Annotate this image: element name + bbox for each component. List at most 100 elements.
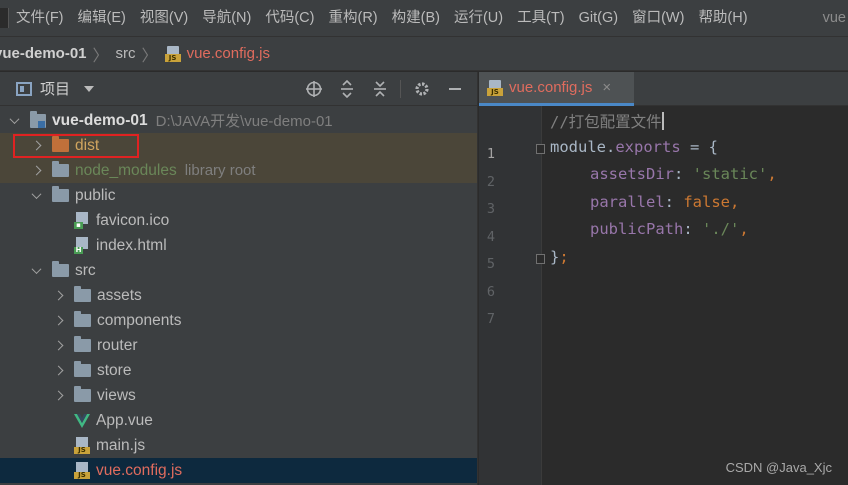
code-line-5[interactable]: publicPath: './', xyxy=(590,220,749,238)
tree-item-views[interactable]: views xyxy=(0,383,477,408)
tree-item-favicon[interactable]: ▪ favicon.ico xyxy=(0,208,477,233)
menu-build[interactable]: 构建(B) xyxy=(385,0,447,37)
code-key: parallel xyxy=(590,193,665,211)
project-panel-header: 项目 xyxy=(0,72,477,106)
collapse-all-icon[interactable] xyxy=(363,72,396,106)
chevron-down-icon[interactable] xyxy=(30,265,42,277)
tree-item-src[interactable]: src xyxy=(0,258,477,283)
tree-item-hint: library root xyxy=(184,162,256,179)
chevron-right-icon[interactable] xyxy=(30,165,42,177)
code-comment: //打包配置文件 xyxy=(550,113,662,131)
js-file-icon: JS xyxy=(74,462,90,479)
folder-icon xyxy=(74,361,91,377)
chevron-right-icon[interactable] xyxy=(52,365,64,377)
tree-item-index-html[interactable]: H index.html xyxy=(0,233,477,258)
menu-view[interactable]: 视图(V) xyxy=(133,0,195,37)
code-line-3[interactable]: assetsDir: 'static', xyxy=(590,165,777,183)
tree-item-store[interactable]: store xyxy=(0,358,477,383)
line-number: 1 xyxy=(486,146,495,162)
html-file-icon: H xyxy=(74,237,90,254)
line-number: 3 xyxy=(486,201,495,217)
menu-help[interactable]: 帮助(H) xyxy=(691,0,754,37)
fold-gutter-divider xyxy=(541,106,542,485)
fold-open-icon[interactable] xyxy=(536,144,545,154)
chevron-right-icon[interactable] xyxy=(52,290,64,302)
project-panel-title[interactable]: 项目 xyxy=(40,78,70,99)
code-key: publicPath xyxy=(590,220,684,238)
editor-tab-bar: JS vue.config.js × xyxy=(479,72,848,106)
code-key: assetsDir xyxy=(590,165,674,183)
locate-icon[interactable] xyxy=(297,72,330,106)
chevron-right-icon[interactable] xyxy=(52,315,64,327)
watermark: CSDN @Java_Xjc xyxy=(725,460,832,475)
code-token: , xyxy=(730,193,740,211)
code-token: exports xyxy=(615,138,681,156)
vue-file-icon xyxy=(74,413,90,428)
tab-vue-config-js[interactable]: JS vue.config.js × xyxy=(479,72,634,106)
app-logo-icon[interactable] xyxy=(0,8,9,28)
folder-icon xyxy=(74,311,91,327)
fold-close-icon[interactable] xyxy=(536,254,545,264)
menu-window[interactable]: 窗口(W) xyxy=(625,0,691,37)
code-token: , xyxy=(767,165,777,183)
breadcrumb-folder[interactable]: src xyxy=(116,45,136,62)
tree-item-label: store xyxy=(97,361,132,379)
chevron-right-icon[interactable] xyxy=(52,390,64,402)
menu-edit[interactable]: 编辑(E) xyxy=(71,0,133,37)
close-icon[interactable]: × xyxy=(602,79,611,96)
menu-run[interactable]: 运行(U) xyxy=(447,0,510,37)
tree-item-project-root[interactable]: vue-demo-01 D:\JAVA开发\vue-demo-01 xyxy=(0,108,477,133)
folder-icon xyxy=(74,336,91,352)
breadcrumb-separator-icon: 〉 xyxy=(141,47,158,65)
tree-item-main-js[interactable]: JS main.js xyxy=(0,433,477,458)
chevron-right-icon[interactable] xyxy=(52,340,64,352)
tree-item-label: favicon.ico xyxy=(96,211,170,229)
tree-item-label: main.js xyxy=(96,436,146,454)
tree-item-label: App.vue xyxy=(96,411,153,429)
library-folder-icon xyxy=(52,161,69,177)
code-line-1[interactable]: //打包配置文件 xyxy=(550,110,664,132)
breadcrumb-file[interactable]: JS vue.config.js xyxy=(164,45,270,62)
tree-item-label: public xyxy=(75,186,116,204)
chevron-down-icon[interactable] xyxy=(8,115,20,127)
code-token: . xyxy=(606,138,616,156)
code-line-6[interactable]: }; xyxy=(550,248,569,266)
tree-item-node-modules[interactable]: node_modules library root xyxy=(0,158,477,183)
code-token: , xyxy=(739,220,749,238)
minimize-icon[interactable] xyxy=(438,72,471,106)
code-token: : xyxy=(674,165,693,183)
tree-item-public[interactable]: public xyxy=(0,183,477,208)
menu-bar: 文件(F) 编辑(E) 视图(V) 导航(N) 代码(C) 重构(R) 构建(B… xyxy=(0,0,848,37)
chevron-down-icon[interactable] xyxy=(84,85,95,92)
code-token: = { xyxy=(680,138,718,156)
code-line-7[interactable] xyxy=(550,275,750,295)
menu-tools[interactable]: 工具(T) xyxy=(510,0,572,37)
tab-label: vue.config.js xyxy=(509,79,593,96)
code-line-4[interactable]: parallel: false, xyxy=(590,193,739,211)
code-token: : xyxy=(664,193,684,211)
line-number: 5 xyxy=(486,256,495,272)
highlight-box xyxy=(13,134,139,158)
tree-item-router[interactable]: router xyxy=(0,333,477,358)
line-number: 4 xyxy=(486,229,495,245)
code-line-2[interactable]: module.exports = { xyxy=(550,138,718,156)
menu-code[interactable]: 代码(C) xyxy=(258,0,321,37)
toolbar-divider xyxy=(400,80,401,98)
line-number: 2 xyxy=(486,174,495,190)
menu-git[interactable]: Git(G) xyxy=(572,0,625,37)
expand-all-icon[interactable] xyxy=(330,72,363,106)
tree-item-app-vue[interactable]: App.vue xyxy=(0,408,477,433)
chevron-down-icon[interactable] xyxy=(30,190,42,202)
menu-file[interactable]: 文件(F) xyxy=(9,0,71,37)
tree-item-label: router xyxy=(97,336,138,354)
line-number: 7 xyxy=(486,311,495,327)
gear-icon[interactable] xyxy=(405,72,438,106)
menu-refactor[interactable]: 重构(R) xyxy=(321,0,384,37)
menu-navigate[interactable]: 导航(N) xyxy=(195,0,258,37)
image-file-icon: ▪ xyxy=(74,212,90,229)
tree-item-assets[interactable]: assets xyxy=(0,283,477,308)
tree-item-components[interactable]: components xyxy=(0,308,477,333)
tree-item-vue-config-js[interactable]: JS vue.config.js xyxy=(0,458,477,483)
tree-item-label: assets xyxy=(97,286,142,304)
breadcrumb-project[interactable]: vue-demo-01 xyxy=(0,45,87,62)
